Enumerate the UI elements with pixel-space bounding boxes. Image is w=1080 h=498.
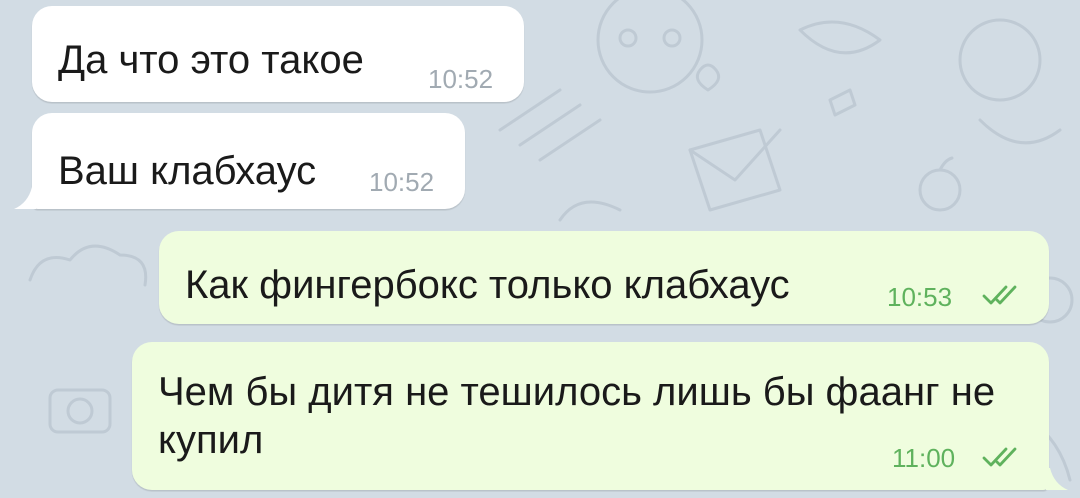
double-check-icon [982, 285, 1017, 305]
double-check-icon [982, 447, 1017, 467]
message-text: Как фингербокс только клабхаус [185, 263, 790, 307]
message-time: 10:53 [887, 282, 953, 312]
message-text: Ваш клабхаус [58, 149, 317, 193]
message-time: 11:00 [892, 443, 956, 473]
incoming-message[interactable]: Да что это такое 10:52 [32, 6, 524, 102]
message-time: 10:52 [428, 64, 494, 94]
bubble-tail [14, 187, 36, 209]
incoming-message[interactable]: Ваш клабхаус 10:52 [32, 113, 465, 209]
bubble-tail [1046, 468, 1068, 490]
outgoing-message[interactable]: Как фингербокс только клабхаус 10:53 [159, 231, 1049, 324]
message-text: Чем бы дитя не тешилось лишь бы фаанг не… [158, 370, 996, 462]
message-time: 10:52 [369, 167, 435, 197]
outgoing-message[interactable]: Чем бы дитя не тешилось лишь бы фаанг не… [132, 342, 1049, 490]
message-list[interactable]: Да что это такое 10:52 Ваш клабхаус 10:5… [0, 0, 1080, 498]
message-text: Да что это такое [58, 38, 364, 82]
